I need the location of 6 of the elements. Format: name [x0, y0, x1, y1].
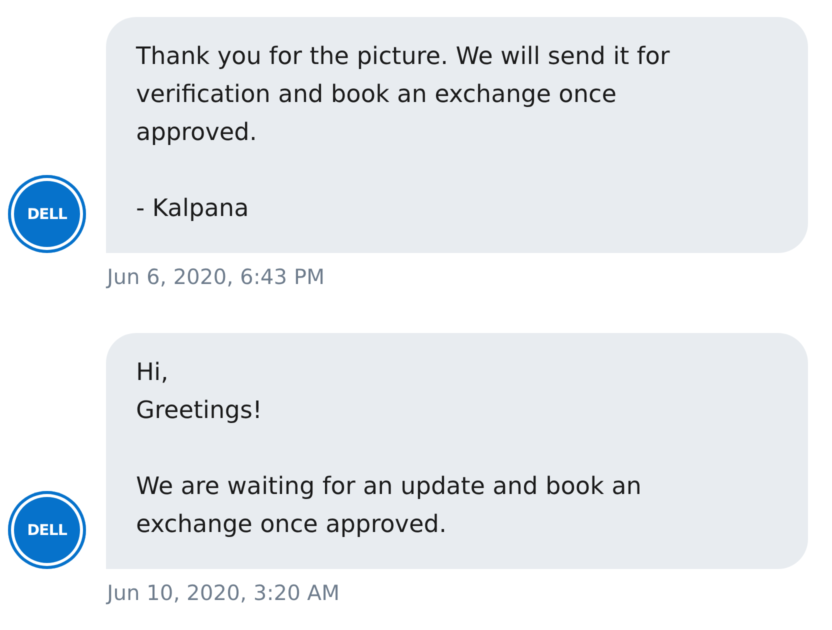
company-logo-avatar: DELL [8, 175, 86, 253]
message-timestamp: Jun 10, 2020, 3:20 AM [107, 581, 341, 605]
message-text: Hi, Greetings! We are waiting for an update and book an exchange once approved. [136, 357, 643, 540]
company-logo-avatar: DELL [8, 491, 86, 569]
message-timestamp: Jun 6, 2020, 6:43 PM [107, 265, 326, 289]
message-text: Thank you for the picture. We will send it for verification and book an exchange once approved. - Kalpana [136, 41, 671, 224]
